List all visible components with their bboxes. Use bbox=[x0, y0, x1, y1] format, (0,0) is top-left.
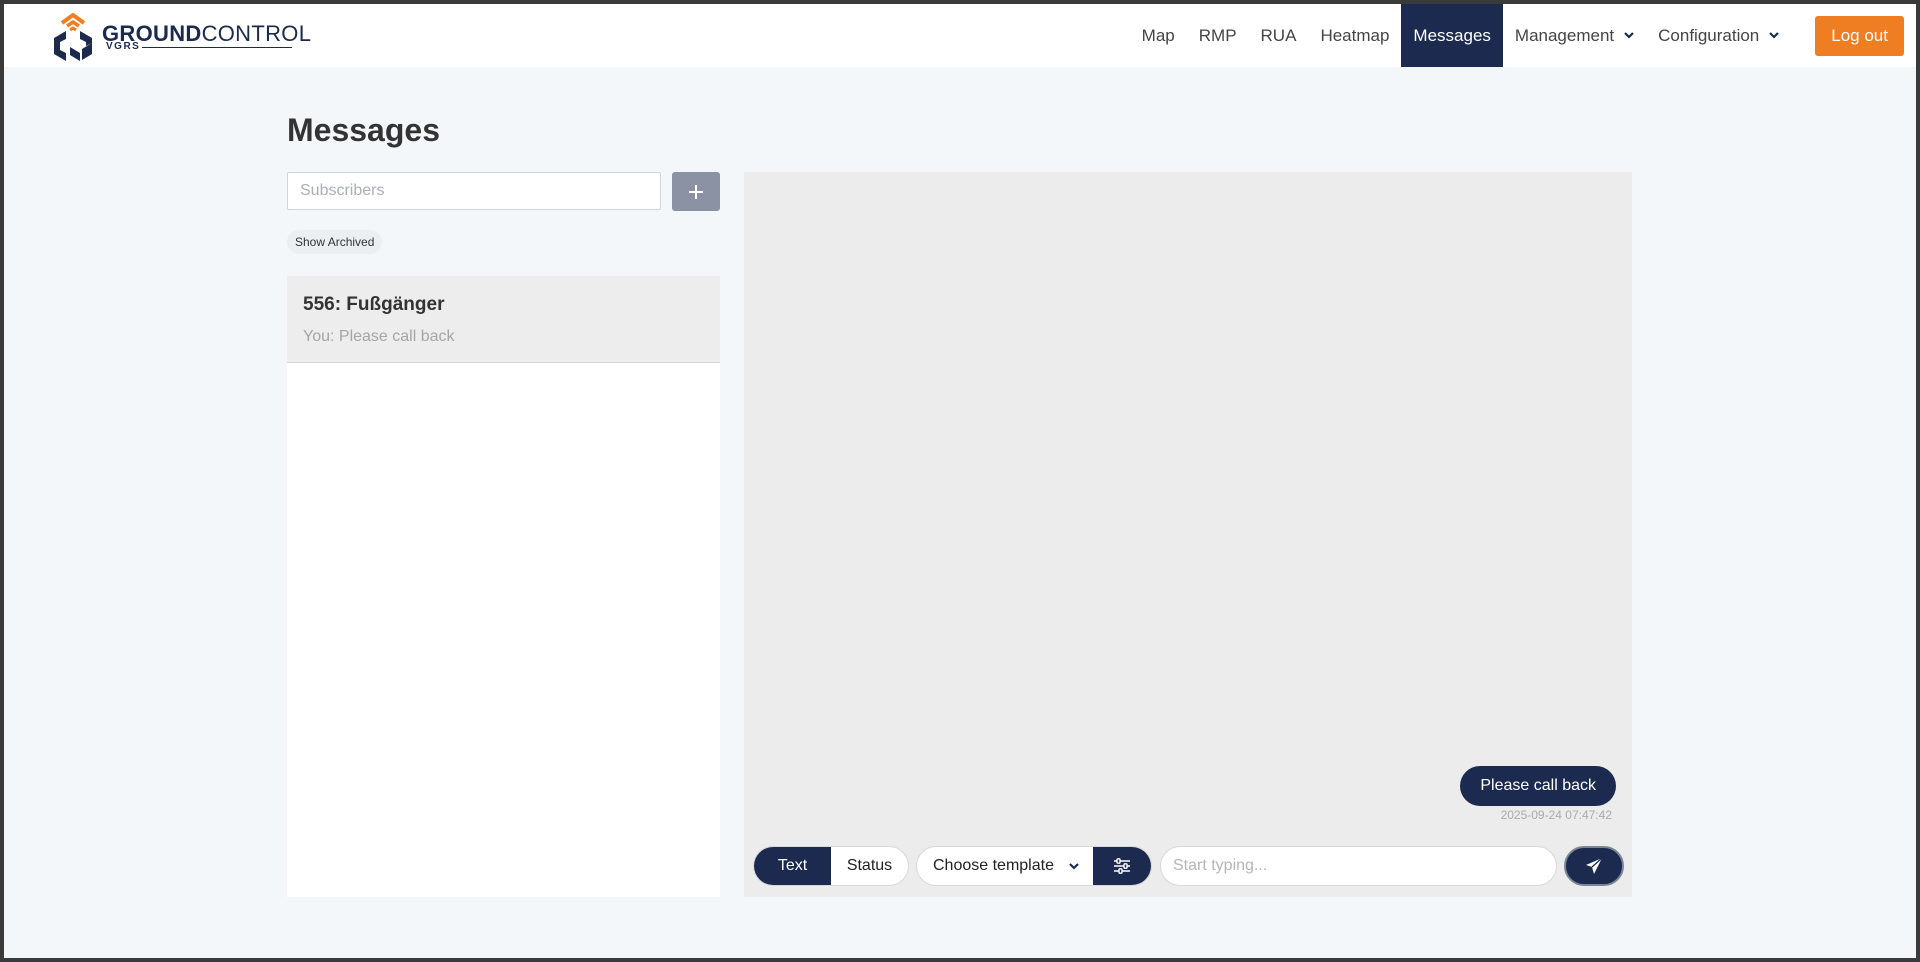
logo-underline bbox=[142, 47, 292, 48]
template-picker: Choose template bbox=[916, 846, 1152, 886]
chat-panel: Please call back 2025-09-24 07:47:42 Tex… bbox=[744, 172, 1632, 897]
main-nav: Map RMP RUA Heatmap Messages Management … bbox=[1130, 4, 1916, 67]
nav-item-map[interactable]: Map bbox=[1130, 4, 1187, 67]
conversation-list: 556: Fußgänger You: Please call back bbox=[287, 276, 720, 897]
nav-item-label: RMP bbox=[1198, 25, 1237, 45]
logout-button[interactable]: Log out bbox=[1815, 15, 1904, 56]
nav-item-messages[interactable]: Messages bbox=[1401, 4, 1503, 67]
subscribers-search-input[interactable] bbox=[287, 172, 661, 210]
mode-text-button[interactable]: Text bbox=[754, 847, 831, 885]
nav-item-label: Heatmap bbox=[1320, 25, 1390, 45]
logo-subtitle: VGRS bbox=[106, 41, 141, 52]
nav-item-label: Messages bbox=[1413, 25, 1491, 45]
show-archived-toggle[interactable]: Show Archived bbox=[287, 230, 383, 254]
conversation-item[interactable]: 556: Fußgänger You: Please call back bbox=[287, 276, 720, 363]
page-title: Messages bbox=[287, 112, 440, 148]
template-select-label: Choose template bbox=[933, 857, 1054, 874]
nav-item-label: RUA bbox=[1260, 25, 1297, 45]
message-input[interactable] bbox=[1160, 846, 1557, 886]
message-timestamp: 2025-09-24 07:47:42 bbox=[1500, 808, 1612, 822]
nav-item-label: Management bbox=[1514, 25, 1615, 45]
message-mode-toggle: Text Status bbox=[753, 846, 909, 886]
nav-item-rua[interactable]: RUA bbox=[1249, 4, 1309, 67]
nav-item-rmp[interactable]: RMP bbox=[1187, 4, 1249, 67]
chevron-down-icon bbox=[1769, 31, 1780, 39]
app-window: GROUNDCONTROL VGRS Map RMP RUA Heatmap M… bbox=[4, 4, 1916, 958]
send-button[interactable] bbox=[1564, 846, 1624, 886]
nav-item-label: Configuration bbox=[1658, 25, 1760, 45]
chevron-down-icon bbox=[1069, 863, 1079, 870]
add-conversation-button[interactable] bbox=[672, 172, 720, 211]
conversation-name: 556: Fußgänger bbox=[303, 294, 445, 315]
sliders-icon bbox=[1114, 858, 1130, 874]
logo-mark-icon bbox=[54, 13, 92, 61]
nav-item-label: Map bbox=[1141, 25, 1175, 45]
nav-item-heatmap[interactable]: Heatmap bbox=[1308, 4, 1401, 67]
nav-item-configuration[interactable]: Configuration bbox=[1646, 4, 1791, 67]
top-navbar: GROUNDCONTROL VGRS Map RMP RUA Heatmap M… bbox=[4, 4, 1916, 67]
template-filter-button[interactable] bbox=[1093, 847, 1151, 885]
paper-plane-icon bbox=[1586, 857, 1603, 874]
template-select[interactable]: Choose template bbox=[917, 847, 1095, 885]
groundcontrol-logo[interactable]: GROUNDCONTROL VGRS bbox=[48, 9, 311, 63]
mode-status-button[interactable]: Status bbox=[831, 847, 908, 885]
message-composer: Text Status Choose template bbox=[744, 846, 1632, 886]
message-bubble: Please call back bbox=[1460, 766, 1616, 806]
plus-icon bbox=[689, 184, 703, 199]
chevron-down-icon bbox=[1624, 31, 1634, 39]
nav-item-management[interactable]: Management bbox=[1503, 4, 1646, 67]
conversation-preview: You: Please call back bbox=[303, 328, 455, 345]
